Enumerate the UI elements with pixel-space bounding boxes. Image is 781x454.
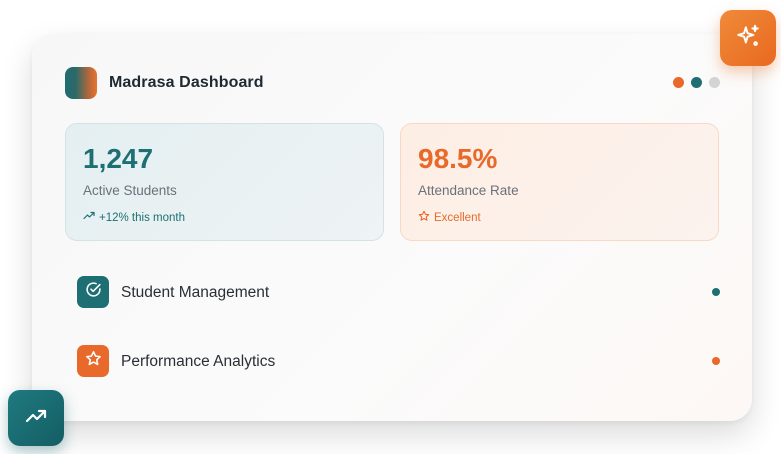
check-circle-icon (85, 281, 102, 303)
indicator-dots (673, 77, 720, 88)
stat-note-text: +12% this month (99, 211, 185, 224)
stat-card-attendance-rate[interactable]: 98.5% Attendance Rate Excellent (400, 123, 719, 241)
indicator-dot-orange[interactable] (673, 77, 684, 88)
stat-label: Active Students (83, 183, 177, 198)
menu-item-label: Student Management (121, 284, 270, 301)
stat-value: 1,247 (83, 143, 154, 174)
row-icon-badge (77, 276, 109, 308)
stat-note: Excellent (418, 210, 481, 225)
status-dot (712, 357, 720, 365)
trending-up-icon (24, 404, 48, 433)
app-logo (65, 67, 97, 99)
row-icon-badge (77, 345, 109, 377)
stat-value: 98.5% (418, 143, 498, 174)
card-header: Madrasa Dashboard (65, 67, 720, 99)
menu-item-label: Performance Analytics (121, 353, 276, 370)
stat-note-text: Excellent (434, 211, 481, 224)
trending-up-icon (83, 210, 95, 225)
star-icon (85, 350, 102, 372)
dashboard-card: Madrasa Dashboard 1,247 Active Students … (32, 34, 752, 421)
ai-sparkles-button[interactable] (720, 10, 776, 66)
indicator-dot-grey[interactable] (709, 77, 720, 88)
stat-card-active-students[interactable]: 1,247 Active Students +12% this month (65, 123, 384, 241)
stat-label: Attendance Rate (418, 183, 519, 198)
stat-note: +12% this month (83, 210, 185, 225)
status-dot (712, 288, 720, 296)
menu-item-performance-analytics[interactable]: Performance Analytics (77, 345, 720, 377)
sparkles-icon (735, 23, 761, 54)
page-title: Madrasa Dashboard (109, 74, 264, 91)
indicator-dot-teal[interactable] (691, 77, 702, 88)
trending-button[interactable] (8, 390, 64, 446)
stage: Madrasa Dashboard 1,247 Active Students … (0, 0, 781, 454)
star-icon (418, 210, 430, 225)
menu-item-student-management[interactable]: Student Management (77, 276, 720, 308)
